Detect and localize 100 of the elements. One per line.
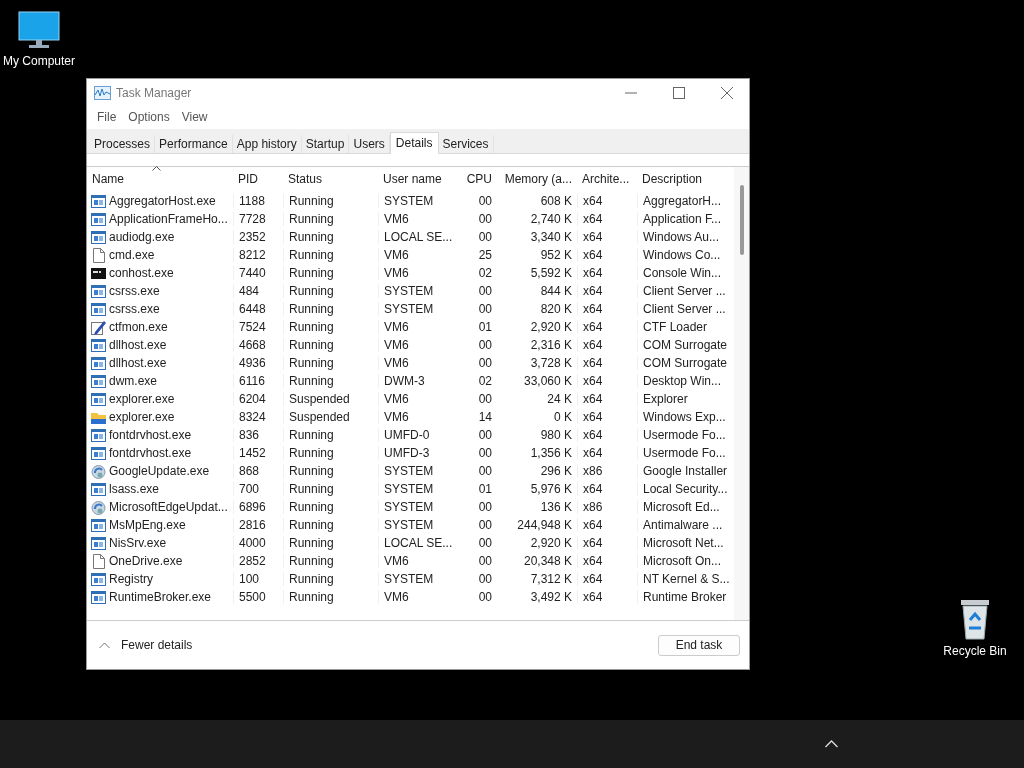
- table-cell: 836: [233, 428, 283, 442]
- table-cell: 7728: [233, 212, 283, 226]
- table-cell: x64: [577, 392, 637, 406]
- end-task-button[interactable]: End task: [658, 634, 740, 656]
- table-cell: 868: [233, 464, 283, 478]
- pen-icon: [91, 319, 106, 335]
- chart-icon: [94, 86, 111, 100]
- column-header[interactable]: Description: [637, 172, 734, 186]
- table-cell-text: 24 K: [546, 392, 573, 406]
- fewer-details-toggle[interactable]: Fewer details: [99, 638, 193, 652]
- table-cell-text: 3,340 K: [529, 230, 573, 244]
- table-cell-text: 00: [477, 302, 493, 316]
- document-icon: [91, 247, 106, 263]
- desktop-icon-label[interactable]: Recycle Bin: [943, 644, 1007, 658]
- menu-item[interactable]: View: [181, 110, 208, 126]
- tab[interactable]: Users: [349, 135, 390, 153]
- process-name: csrss.exe: [109, 302, 160, 316]
- process-name: dllhost.exe: [109, 338, 167, 352]
- table-cell: Suspended: [283, 392, 378, 406]
- table-cell-text: 00: [477, 194, 493, 208]
- process-name: Registry: [109, 572, 153, 586]
- table-cell-text: 296 K: [539, 464, 573, 478]
- table-cell: x64: [577, 572, 637, 586]
- process-name: cmd.exe: [109, 248, 155, 262]
- window-icon: [91, 427, 106, 443]
- table-cell: VM6: [378, 338, 457, 352]
- tab[interactable]: Startup: [301, 135, 350, 153]
- table-cell: x64: [577, 338, 637, 352]
- table-cell: SYSTEM: [378, 482, 457, 496]
- table-cell-text: 00: [477, 554, 493, 568]
- table-cell: x64: [577, 284, 637, 298]
- table-cell-text: 244,948 K: [516, 518, 573, 532]
- table-cell-text: 980 K: [539, 428, 573, 442]
- column-header[interactable]: PID: [233, 172, 283, 186]
- column-header[interactable]: CPU: [457, 172, 497, 186]
- window-icon: [91, 535, 106, 551]
- table-cell: 8212: [233, 248, 283, 262]
- column-header[interactable]: Memory (a...: [497, 172, 577, 186]
- column-header[interactable]: Name: [87, 172, 233, 186]
- table-cell: 1188: [233, 194, 283, 208]
- chevron-up-icon: [825, 740, 838, 748]
- scrollbar-thumb[interactable]: [740, 185, 744, 255]
- table-cell: SYSTEM: [378, 194, 457, 208]
- table-cell: x64: [577, 302, 637, 316]
- table-cell: VM6: [378, 410, 457, 424]
- table-cell: Running: [283, 284, 378, 298]
- table-cell-text: 00: [477, 356, 493, 370]
- table-cell: VM6: [378, 590, 457, 604]
- table-cell-text: 00: [477, 428, 493, 442]
- tab[interactable]: Performance: [155, 135, 233, 153]
- process-name: GoogleUpdate.exe: [109, 464, 210, 478]
- table-cell: x64: [577, 320, 637, 334]
- window-icon: [91, 193, 106, 209]
- table-cell: Running: [283, 500, 378, 514]
- column-header[interactable]: Status: [283, 172, 378, 186]
- table-cell: Running: [283, 374, 378, 388]
- column-header[interactable]: Archite...: [577, 172, 637, 186]
- table-cell: x64: [577, 428, 637, 442]
- table-cell: x86: [577, 500, 637, 514]
- table-cell: Running: [283, 320, 378, 334]
- window-icon: [91, 337, 106, 353]
- window-icon: [91, 589, 106, 605]
- table-cell: 6204: [233, 392, 283, 406]
- table-cell: Running: [283, 356, 378, 370]
- window-icon: [91, 211, 106, 227]
- tab[interactable]: Details: [389, 132, 439, 154]
- table-cell-text: 00: [477, 464, 493, 478]
- table-cell-text: 25: [477, 248, 493, 262]
- window-icon: [91, 355, 106, 371]
- installer-icon: [91, 499, 106, 515]
- table-cell: Running: [283, 590, 378, 604]
- menu-item[interactable]: File: [97, 110, 117, 126]
- table-cell: Running: [283, 518, 378, 532]
- process-name: dllhost.exe: [109, 356, 167, 370]
- table-cell-text: 14: [477, 410, 493, 424]
- menu-item[interactable]: Options: [128, 110, 170, 126]
- table-cell: SYSTEM: [378, 464, 457, 478]
- monitor-icon: [17, 10, 61, 50]
- desktop-icon-label[interactable]: My Computer: [3, 54, 75, 68]
- table-cell: SYSTEM: [378, 500, 457, 514]
- process-name: MicrosoftEdgeUpdat...: [109, 500, 228, 514]
- tab[interactable]: App history: [232, 135, 302, 153]
- window-icon: [91, 391, 106, 407]
- table-cell: x64: [577, 554, 637, 568]
- table-cell: x64: [577, 482, 637, 496]
- table-cell: Running: [283, 554, 378, 568]
- process-name: dwm.exe: [109, 374, 158, 388]
- table-cell: Running: [283, 572, 378, 586]
- process-name: audiodg.exe: [109, 230, 175, 244]
- table-cell: x64: [577, 248, 637, 262]
- table-cell: x64: [577, 536, 637, 550]
- table-cell-text: 7,312 K: [529, 572, 573, 586]
- column-header[interactable]: User name: [378, 172, 457, 186]
- table-cell-text: 2,920 K: [529, 536, 573, 550]
- table-cell-text: 20,348 K: [522, 554, 573, 568]
- table-cell-text: 00: [477, 446, 493, 460]
- table-cell: x86: [577, 464, 637, 478]
- tab[interactable]: Processes: [90, 135, 156, 153]
- tab[interactable]: Services: [438, 135, 494, 153]
- scrollbar[interactable]: [734, 167, 749, 620]
